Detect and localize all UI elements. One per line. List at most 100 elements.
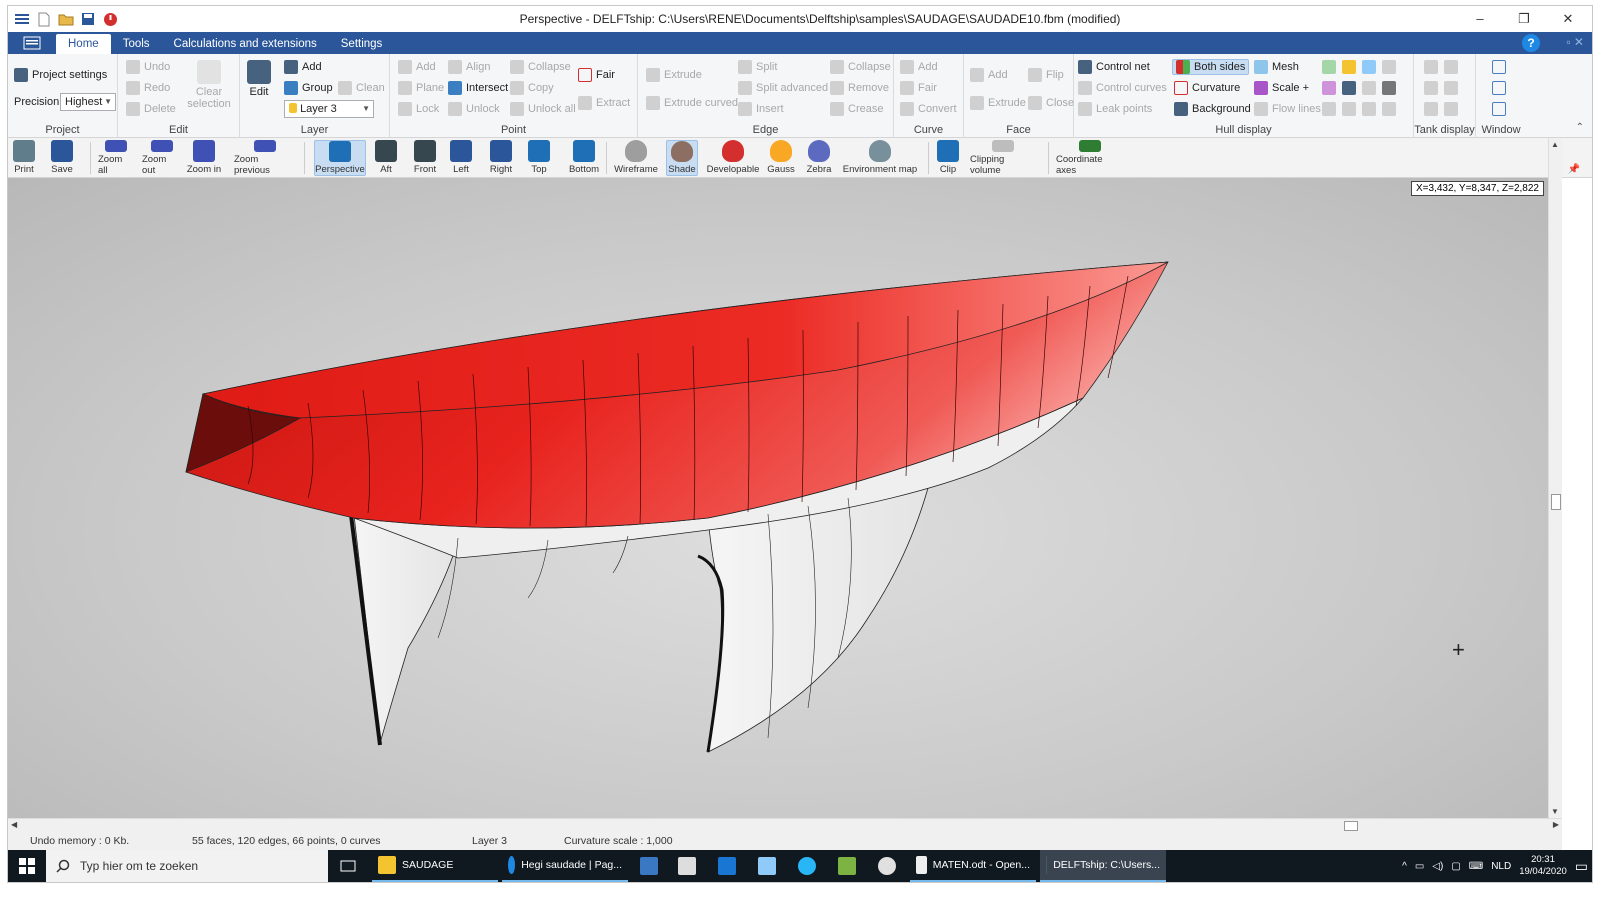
view-button-zoom-all[interactable]: Zoom all bbox=[98, 140, 134, 176]
view-button-save[interactable]: Save bbox=[48, 140, 76, 176]
view-button-front[interactable]: Front bbox=[410, 140, 440, 176]
edge-split-button[interactable]: Split bbox=[738, 60, 777, 74]
taskbar-maps[interactable] bbox=[872, 850, 902, 882]
view-button-zebra[interactable]: Zebra bbox=[804, 140, 834, 176]
taskbar-photos[interactable] bbox=[634, 850, 664, 882]
tab-calculations[interactable]: Calculations and extensions bbox=[162, 34, 329, 54]
view-button-developable[interactable]: Developable bbox=[706, 140, 760, 176]
layer-dropdown[interactable]: Layer 3 ▼ bbox=[284, 100, 374, 118]
view-button-clipping-volume[interactable]: Clipping volume bbox=[970, 140, 1036, 176]
point-extract-button[interactable]: Extract bbox=[578, 96, 630, 110]
point-collapse-button[interactable]: Collapse bbox=[510, 60, 571, 74]
curve-convert-button[interactable]: Convert bbox=[900, 102, 957, 116]
scroll-left-icon[interactable]: ◀ bbox=[11, 820, 17, 829]
cascade-windows-button[interactable] bbox=[1492, 102, 1506, 116]
view-button-aft[interactable]: Aft bbox=[374, 140, 398, 176]
view-button-environment-map[interactable]: Environment map bbox=[842, 140, 918, 176]
hull-model[interactable] bbox=[8, 178, 1548, 818]
network-icon[interactable]: ▭ bbox=[1415, 861, 1424, 872]
edge-extrude-curved-button[interactable]: Extrude curved bbox=[646, 96, 738, 110]
view-button-zoom-in[interactable]: Zoom in bbox=[186, 140, 222, 176]
curvature-button[interactable]: Curvature bbox=[1174, 81, 1240, 95]
horizontal-scrollbar[interactable]: ◀ ▶ bbox=[8, 818, 1562, 832]
tile-windows-button[interactable] bbox=[1492, 81, 1506, 95]
layer-edit-button[interactable]: Edit bbox=[244, 60, 274, 98]
taskbar-item-saudage[interactable]: SAUDAGE bbox=[372, 850, 498, 882]
notifications-icon[interactable]: ▭ bbox=[1575, 858, 1588, 875]
horizontal-scroll-thumb[interactable] bbox=[1344, 821, 1358, 831]
taskbar-item-maten[interactable]: MATEN.odt - Open... bbox=[910, 850, 1036, 882]
control-net-button[interactable]: Control net bbox=[1078, 60, 1150, 74]
markers-icon[interactable] bbox=[1322, 81, 1336, 95]
point-unlock-button[interactable]: Unlock bbox=[448, 102, 500, 116]
save-icon[interactable] bbox=[80, 11, 96, 27]
point-align-button[interactable]: Align bbox=[448, 60, 490, 74]
chevron-up-icon[interactable]: ^ bbox=[1402, 861, 1407, 872]
clear-selection-button[interactable]: Clear selection bbox=[184, 60, 234, 110]
edge-collapse-button[interactable]: Collapse bbox=[830, 60, 891, 74]
tab-home[interactable]: Home bbox=[56, 34, 111, 54]
control-curves-button[interactable]: Control curves bbox=[1078, 81, 1167, 95]
interior-icon[interactable] bbox=[1342, 81, 1356, 95]
taskbar-mail[interactable] bbox=[712, 850, 742, 882]
view-button-print[interactable]: Print bbox=[12, 140, 36, 176]
normals-icon[interactable] bbox=[1322, 102, 1336, 116]
file-menu-button[interactable] bbox=[8, 32, 56, 54]
new-file-icon[interactable] bbox=[36, 11, 52, 27]
point-add-button[interactable]: Add bbox=[398, 60, 436, 74]
face-flip-button[interactable]: Flip bbox=[1028, 68, 1064, 82]
edge-crease-button[interactable]: Crease bbox=[830, 102, 883, 116]
monitor-icon[interactable]: ▢ bbox=[1451, 861, 1460, 872]
view-button-coordinate-axes[interactable]: Coordinate axes bbox=[1056, 140, 1124, 176]
layer-group-button[interactable]: Group bbox=[284, 81, 333, 95]
redo-button[interactable]: Redo bbox=[126, 81, 170, 95]
delete-button[interactable]: Delete bbox=[126, 102, 176, 116]
display-icon[interactable] bbox=[1382, 102, 1396, 116]
close-button[interactable]: ✕ bbox=[1550, 11, 1586, 27]
vertical-scroll-thumb[interactable] bbox=[1551, 494, 1561, 510]
point-fair-button[interactable]: Fair bbox=[578, 68, 615, 82]
view-button-bottom[interactable]: Bottom bbox=[564, 140, 604, 176]
background-button[interactable]: Background bbox=[1174, 102, 1251, 116]
taskbar-app[interactable] bbox=[752, 850, 782, 882]
settings-icon[interactable] bbox=[1362, 102, 1376, 116]
point-lock-button[interactable]: Lock bbox=[398, 102, 439, 116]
task-view-button[interactable] bbox=[334, 850, 362, 882]
point-unlock-all-button[interactable]: Unlock all bbox=[510, 102, 576, 116]
scroll-right-icon[interactable]: ▶ bbox=[1553, 820, 1559, 829]
taskbar-item-browser[interactable]: Hegi saudade | Pag... bbox=[502, 850, 628, 882]
model-viewport[interactable]: X=3,432, Y=8,347, Z=2,822 + bbox=[8, 178, 1548, 818]
view-button-top[interactable]: Top bbox=[526, 140, 552, 176]
edge-split-advanced-button[interactable]: Split advanced bbox=[738, 81, 828, 95]
taskbar-item-delftship[interactable]: DELFTship: C:\Users... bbox=[1040, 850, 1166, 882]
point-copy-button[interactable]: Copy bbox=[510, 81, 554, 95]
tank-shade-icon[interactable] bbox=[1424, 81, 1438, 95]
tank-fill-icon[interactable] bbox=[1444, 60, 1458, 74]
volume-icon[interactable]: ◁) bbox=[1432, 861, 1443, 872]
point-intersect-button[interactable]: Intersect bbox=[448, 81, 508, 95]
project-settings-button[interactable]: Project settings bbox=[14, 68, 107, 82]
taskbar-ie[interactable] bbox=[792, 850, 822, 882]
view-button-perspective[interactable]: Perspective bbox=[314, 140, 366, 176]
layer-add-button[interactable]: Add bbox=[284, 60, 322, 74]
vertical-scrollbar[interactable]: ▲ ▼ bbox=[1548, 138, 1562, 818]
buttocks-icon[interactable] bbox=[1342, 60, 1356, 74]
view-button-left[interactable]: Left bbox=[448, 140, 474, 176]
clock[interactable]: 20:31 19/04/2020 bbox=[1519, 854, 1567, 878]
stations-icon[interactable] bbox=[1322, 60, 1336, 74]
leak-points-button[interactable]: Leak points bbox=[1078, 102, 1152, 116]
undo-button[interactable]: Undo bbox=[126, 60, 170, 74]
scale-plus-button[interactable]: Scale + bbox=[1254, 81, 1309, 95]
diagonals-icon[interactable] bbox=[1382, 60, 1396, 74]
face-close-button[interactable]: Close bbox=[1028, 96, 1074, 110]
curve-fair-button[interactable]: Fair bbox=[900, 81, 937, 95]
restore-button[interactable]: ❐ bbox=[1506, 11, 1542, 27]
tab-settings[interactable]: Settings bbox=[329, 34, 395, 54]
tab-tools[interactable]: Tools bbox=[111, 34, 162, 54]
face-extrude-button[interactable]: Extrude bbox=[970, 96, 1026, 110]
grid-icon[interactable] bbox=[1382, 81, 1396, 95]
mesh-button[interactable]: Mesh bbox=[1254, 60, 1299, 74]
curve-add-button[interactable]: Add bbox=[900, 60, 938, 74]
help-icon[interactable]: ? bbox=[1522, 34, 1540, 52]
both-sides-toggle[interactable]: Both sides bbox=[1172, 59, 1250, 75]
